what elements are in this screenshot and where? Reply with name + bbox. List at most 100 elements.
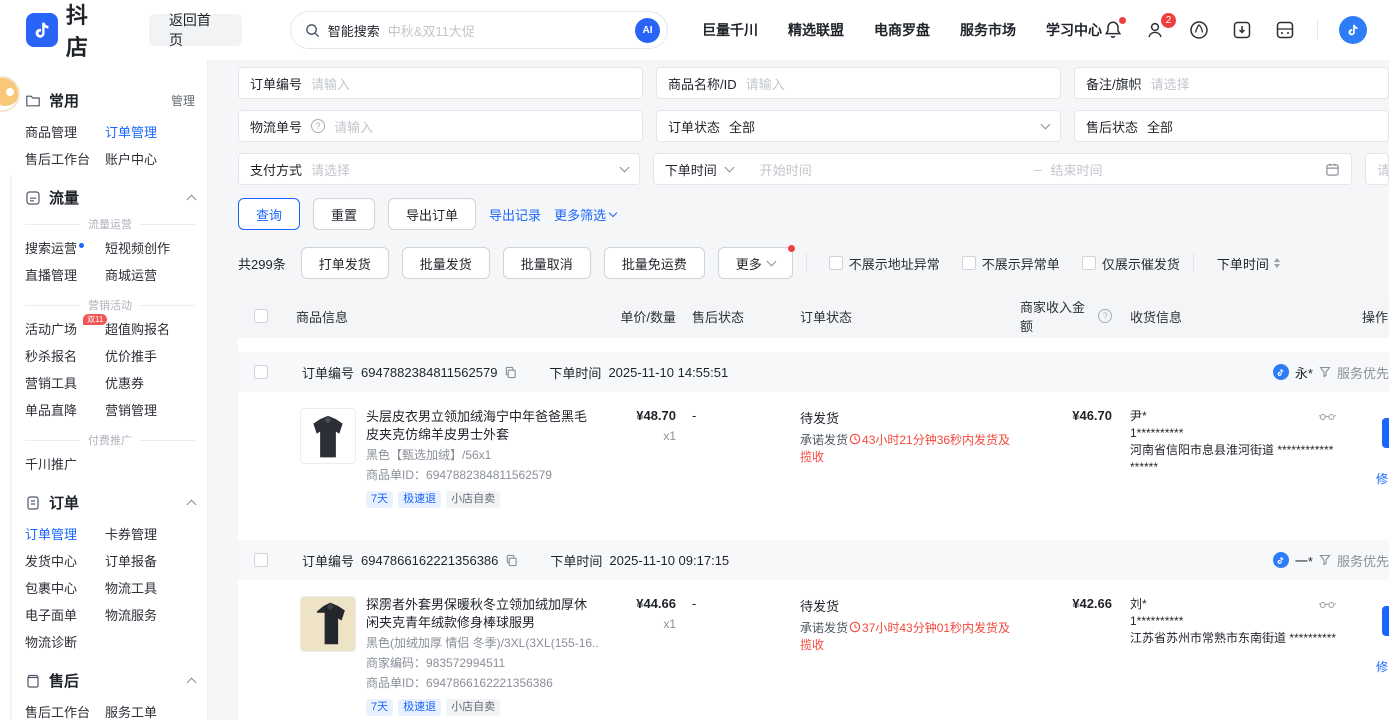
sidebar-item-account-center[interactable]: 账户中心 bbox=[105, 146, 185, 173]
order-time-sorter[interactable]: 下单时间 bbox=[1217, 254, 1280, 273]
sidebar-item-logistics-tools[interactable]: 物流工具 bbox=[105, 575, 185, 602]
privacy-view-icon[interactable] bbox=[1319, 412, 1336, 421]
sidebar-item-price-promoter[interactable]: 优价推手 bbox=[105, 343, 185, 370]
sidebar-item-live-manage[interactable]: 直播管理 bbox=[25, 262, 105, 289]
sidebar-item-order-report[interactable]: 订单报备 bbox=[105, 548, 185, 575]
only-urged-checkbox[interactable]: 仅展示催发货 bbox=[1082, 254, 1180, 273]
sidebar-item-product-manage[interactable]: 商品管理 bbox=[25, 119, 105, 146]
smart-search-input[interactable]: 智能搜索 中秋&双11大促 AI bbox=[290, 11, 668, 49]
hide-abnormal-order-checkbox[interactable]: 不展示异常单 bbox=[962, 254, 1060, 273]
collapse-chevron-icon[interactable] bbox=[188, 675, 195, 686]
remark-flag-select[interactable]: 备注/旗帜请选择 bbox=[1074, 67, 1389, 99]
manage-link[interactable]: 管理 bbox=[171, 92, 195, 109]
nav-luopan[interactable]: 电商罗盘 bbox=[874, 20, 930, 40]
sidebar-item-marketing-manage[interactable]: 营销管理 bbox=[105, 397, 185, 424]
batch-ship-button[interactable]: 批量发货 bbox=[402, 247, 490, 279]
copy-icon[interactable] bbox=[504, 366, 517, 379]
sidebar-item-order-manage[interactable]: 订单管理 bbox=[105, 119, 185, 146]
product-image[interactable] bbox=[300, 596, 356, 652]
folder-icon bbox=[25, 93, 41, 109]
download-center-icon[interactable] bbox=[1231, 19, 1253, 41]
account-avatar[interactable] bbox=[1339, 16, 1367, 44]
row-checkbox[interactable] bbox=[254, 553, 268, 567]
aftersale-status-value: - bbox=[676, 408, 784, 423]
sidebar-item-marketing-tools[interactable]: 营销工具 bbox=[25, 370, 105, 397]
sidebar-item-ship-center[interactable]: 发货中心 bbox=[25, 548, 105, 575]
order-status-select[interactable]: 订单状态全部 bbox=[656, 110, 1061, 142]
tracking-no-input[interactable]: 物流单号 ? 请输入 bbox=[238, 110, 643, 142]
sidebar-item-coupons[interactable]: 优惠券 bbox=[105, 370, 185, 397]
col-income: 商家收入金额? bbox=[1020, 297, 1112, 335]
sidebar-item-aftersale-workbench-2[interactable]: 售后工作台 bbox=[25, 699, 105, 720]
sidebar-item-aftersale-workbench[interactable]: 售后工作台 bbox=[25, 146, 105, 173]
row-checkbox[interactable] bbox=[254, 365, 268, 379]
product-title[interactable]: 探雳者外套男保暖秋冬立领加绒加厚休闲夹克青年绒款修身棒球服男 bbox=[366, 596, 598, 632]
search-placeholder: 中秋&双11大促 bbox=[388, 21, 627, 40]
sidebar-item-activity-plaza[interactable]: 活动广场双11 bbox=[25, 316, 105, 343]
product-title[interactable]: 头层皮衣男立领加绒海宁中年爸爸黑毛皮夹克仿绵羊皮男士外套 bbox=[366, 408, 598, 444]
order-time-range-picker[interactable]: 下单时间 开始时间 – 结束时间 bbox=[653, 153, 1352, 185]
sidebar-item-search-ops[interactable]: 搜索运营 bbox=[25, 235, 105, 262]
sidebar-item-logistics-diagnosis[interactable]: 物流诊断 bbox=[25, 629, 105, 656]
modify-address-link[interactable]: 修 bbox=[1376, 658, 1388, 675]
ship-button-clipped[interactable] bbox=[1382, 606, 1389, 636]
nav-jingxuan[interactable]: 精选联盟 bbox=[788, 20, 844, 40]
hide-address-abnormal-checkbox[interactable]: 不展示地址异常 bbox=[829, 254, 940, 273]
ai-search-button[interactable]: AI bbox=[635, 18, 660, 43]
export-records-link[interactable]: 导出记录 bbox=[489, 205, 541, 224]
sidebar-item-package-center[interactable]: 包裹中心 bbox=[25, 575, 105, 602]
sidebar-item-e-waybill[interactable]: 电子面单 bbox=[25, 602, 105, 629]
contacts-icon[interactable]: 2 bbox=[1145, 19, 1167, 41]
section-order: 订单 bbox=[49, 492, 79, 513]
collapse-chevron-icon[interactable] bbox=[188, 497, 195, 508]
nav-service-market[interactable]: 服务市场 bbox=[960, 20, 1016, 40]
sidebar-item-order-manage-2[interactable]: 订单管理 bbox=[25, 521, 105, 548]
order-time: 2025-11-10 09:17:15 bbox=[609, 553, 729, 568]
product-name-input[interactable]: 商品名称/ID请输入 bbox=[656, 67, 1061, 99]
nav-learning[interactable]: 学习中心 bbox=[1046, 20, 1102, 40]
sort-icon bbox=[1274, 258, 1280, 268]
sidebar-item-single-discount[interactable]: 单品直降 bbox=[25, 397, 105, 424]
select-all-checkbox[interactable] bbox=[254, 309, 268, 323]
product-image[interactable] bbox=[300, 408, 356, 464]
order-header-row: 订单编号6947882384811562579 下单时间2025-11-10 1… bbox=[238, 352, 1389, 392]
order-no-input[interactable]: 订单编号请输入 bbox=[238, 67, 643, 99]
notification-bell-icon[interactable] bbox=[1102, 19, 1124, 41]
query-button[interactable]: 查询 bbox=[238, 198, 300, 230]
sidebar-item-flash-sale[interactable]: 秒杀报名 bbox=[25, 343, 105, 370]
aftersale-status-select[interactable]: 售后状态全部 bbox=[1074, 110, 1389, 142]
receiver-phone: 1********** bbox=[1130, 425, 1350, 442]
batch-cancel-button[interactable]: 批量取消 bbox=[503, 247, 591, 279]
product-id: 商品单ID：6947882384811562579 bbox=[366, 466, 598, 484]
sidebar-item-super-value[interactable]: 超值购报名 bbox=[105, 316, 185, 343]
sidebar-item-service-ticket[interactable]: 服务工单 bbox=[105, 699, 185, 720]
ship-button-clipped[interactable] bbox=[1382, 418, 1389, 448]
app-logo[interactable]: 抖店 bbox=[26, 0, 109, 62]
back-home-button[interactable]: 返回首页 bbox=[149, 14, 242, 46]
customer-service-icon[interactable] bbox=[1188, 19, 1210, 41]
modify-address-link[interactable]: 修 bbox=[1376, 470, 1388, 487]
copy-icon[interactable] bbox=[505, 554, 518, 567]
info-icon[interactable]: ? bbox=[1098, 309, 1112, 323]
payment-method-select[interactable]: 支付方式请选择 bbox=[238, 153, 640, 185]
more-filters-link[interactable]: 更多筛选 bbox=[554, 205, 616, 224]
sidebar-item-mall-ops[interactable]: 商城运营 bbox=[105, 262, 185, 289]
nav-qianchuan[interactable]: 巨量千川 bbox=[702, 20, 758, 40]
actions-cell: 修 bbox=[1350, 596, 1389, 716]
reset-button[interactable]: 重置 bbox=[313, 198, 375, 230]
sidebar-item-logistics-service[interactable]: 物流服务 bbox=[105, 602, 185, 629]
sidebar-item-card-coupon[interactable]: 卡券管理 bbox=[105, 521, 185, 548]
edge-filter-select[interactable]: 请选择 bbox=[1365, 153, 1389, 185]
privacy-view-icon[interactable] bbox=[1319, 600, 1336, 609]
flag-filter-icon[interactable] bbox=[1319, 554, 1331, 566]
sidebar-item-short-video[interactable]: 短视频创作 bbox=[105, 235, 185, 262]
more-actions-button[interactable]: 更多 bbox=[718, 247, 793, 279]
flag-filter-icon[interactable] bbox=[1319, 366, 1331, 378]
print-ship-button[interactable]: 打单发货 bbox=[301, 247, 389, 279]
batch-free-shipping-button[interactable]: 批量免运费 bbox=[604, 247, 705, 279]
sidebar-item-qianchuan-promo[interactable]: 千川推广 bbox=[25, 451, 105, 478]
section-traffic: 流量 bbox=[49, 187, 79, 208]
export-orders-button[interactable]: 导出订单 bbox=[388, 198, 476, 230]
collapse-chevron-icon[interactable] bbox=[188, 192, 195, 203]
workbench-icon[interactable] bbox=[1274, 19, 1296, 41]
